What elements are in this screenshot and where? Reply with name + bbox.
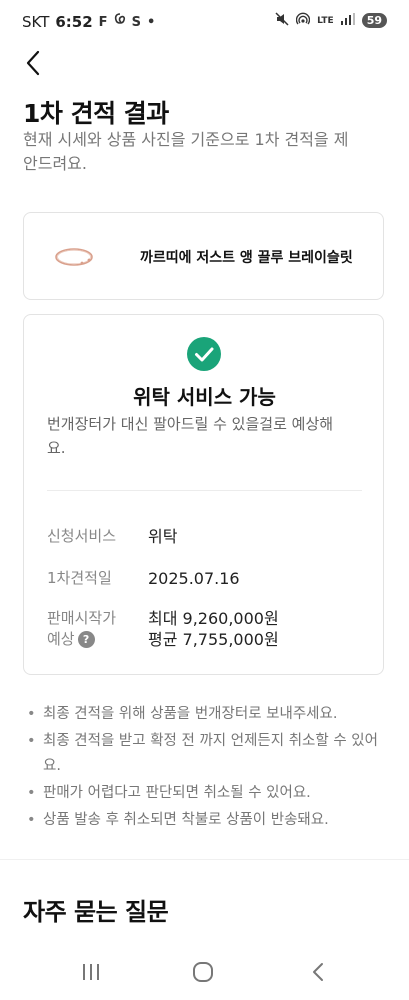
max-price: 최대 9,260,000원: [148, 609, 279, 628]
back-icon: [313, 963, 323, 981]
status-bar: SKT 6:52 F S • LTE 59: [0, 0, 409, 44]
result-description: 번개장터가 대신 팔아드릴 수 있을걸로 예상해요.: [47, 415, 334, 457]
check-circle-icon: [187, 337, 221, 371]
avg-price: 평균 7,755,000원: [148, 630, 279, 649]
recent-apps-button[interactable]: [76, 960, 106, 984]
result-card: 위탁 서비스 가능 번개장터가 대신 팔아드릴 수 있을걸로 예상해요. 신청서…: [23, 314, 384, 675]
section-divider: [0, 859, 409, 860]
estimate-date-label: 1차견적일: [47, 569, 112, 587]
home-icon: [193, 962, 213, 982]
notice-item: 상품 발송 후 취소되면 착불로 상품이 반송돼요.: [23, 808, 385, 833]
navigation-bar: [0, 945, 409, 1000]
notification-icon-thread: [114, 13, 126, 31]
notification-icon-s: S: [131, 14, 141, 30]
notice-item: 최종 견적을 위해 상품을 번개장터로 보내주세요.: [23, 702, 385, 727]
product-card[interactable]: 까르띠에 저스트 앵 끌루 브레이슬릿: [23, 212, 384, 300]
expected-price-label-text: 예상: [47, 630, 75, 648]
notice-item: 판매가 어렵다고 판단되면 취소될 수 있어요.: [23, 781, 385, 806]
recent-apps-icon: [83, 964, 99, 980]
page-title: 1차 견적 결과: [23, 99, 169, 128]
chevron-left-icon: [26, 50, 40, 76]
expected-price-label-line2: 예상?: [47, 629, 116, 650]
notification-dot: •: [146, 14, 156, 30]
expected-price-label: 판매시작가 예상?: [47, 608, 116, 650]
status-left: SKT 6:52 F S •: [22, 13, 155, 31]
faq-title: 자주 묻는 질문: [23, 898, 169, 926]
network-type: LTE: [317, 15, 334, 26]
divider: [47, 490, 362, 491]
status-right: LTE 59: [275, 12, 387, 29]
battery-level: 59: [361, 13, 387, 28]
expected-price-label-line1: 판매시작가: [47, 609, 117, 627]
page-description: 현재 시세와 상품 사진을 기준으로 1차 견적을 제안드려요.: [23, 130, 349, 173]
home-button[interactable]: [188, 960, 218, 984]
estimate-date-value: 2025.07.16: [148, 569, 240, 588]
product-name: 까르띠에 저스트 앵 끌루 브레이슬릿: [140, 250, 353, 266]
notice-list: 최종 견적을 위해 상품을 번개장터로 보내주세요. 최종 견적을 받고 확정 …: [23, 702, 385, 835]
hotspot-icon: [295, 12, 311, 29]
back-nav-button[interactable]: [304, 960, 334, 984]
service-value: 위탁: [148, 527, 178, 546]
mute-icon: [275, 12, 289, 29]
clock: 6:52: [55, 13, 93, 31]
expected-price-values: 최대 9,260,000원 평균 7,755,000원: [148, 608, 279, 650]
help-icon[interactable]: ?: [77, 631, 95, 648]
notice-item: 최종 견적을 받고 확정 전 까지 언제든지 취소할 수 있어요.: [23, 729, 385, 779]
signal-icon: [340, 13, 355, 28]
back-button[interactable]: [20, 48, 50, 78]
notification-icon-f: F: [98, 14, 108, 30]
bracelet-image: [52, 243, 96, 271]
carrier: SKT: [22, 13, 50, 31]
service-label: 신청서비스: [47, 527, 117, 545]
result-title: 위탁 서비스 가능: [133, 385, 276, 409]
